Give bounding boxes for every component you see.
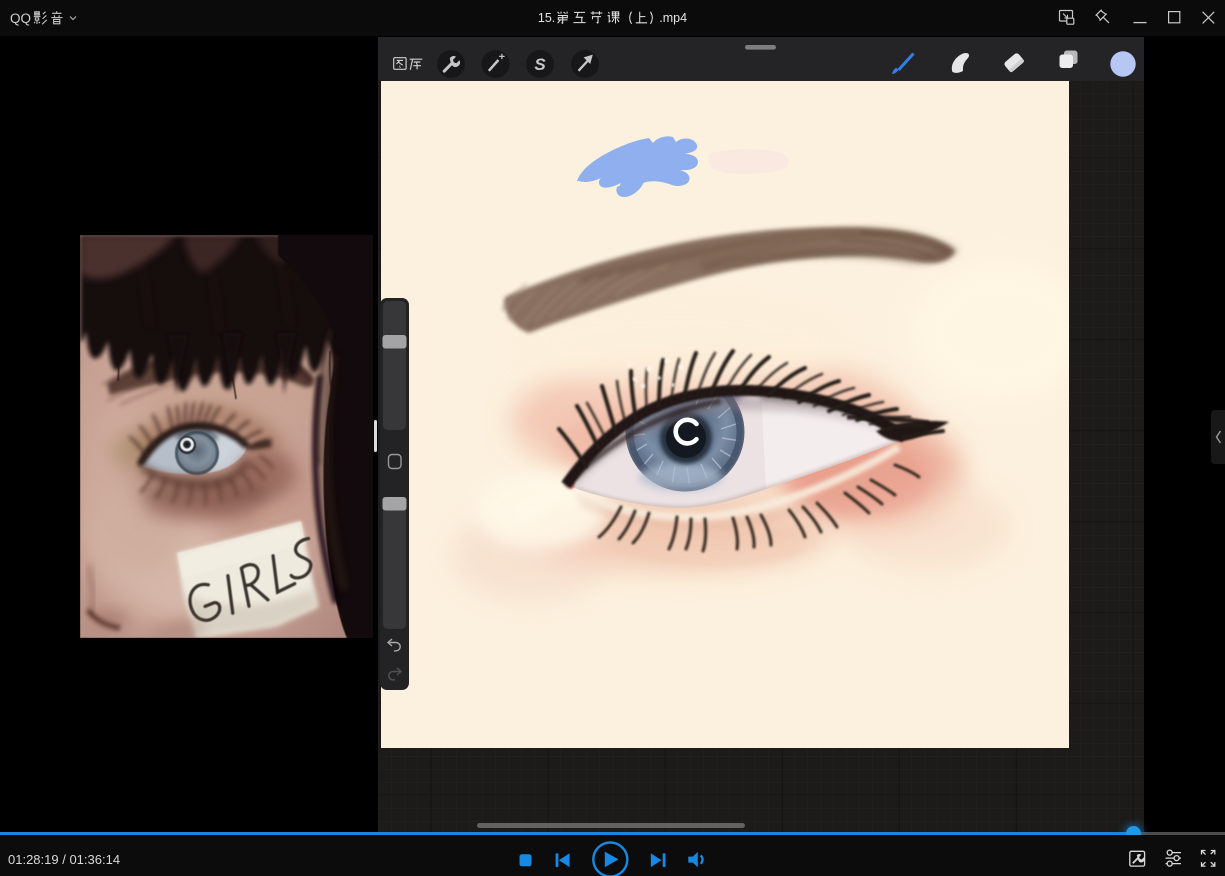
svg-text:S: S: [534, 55, 546, 74]
